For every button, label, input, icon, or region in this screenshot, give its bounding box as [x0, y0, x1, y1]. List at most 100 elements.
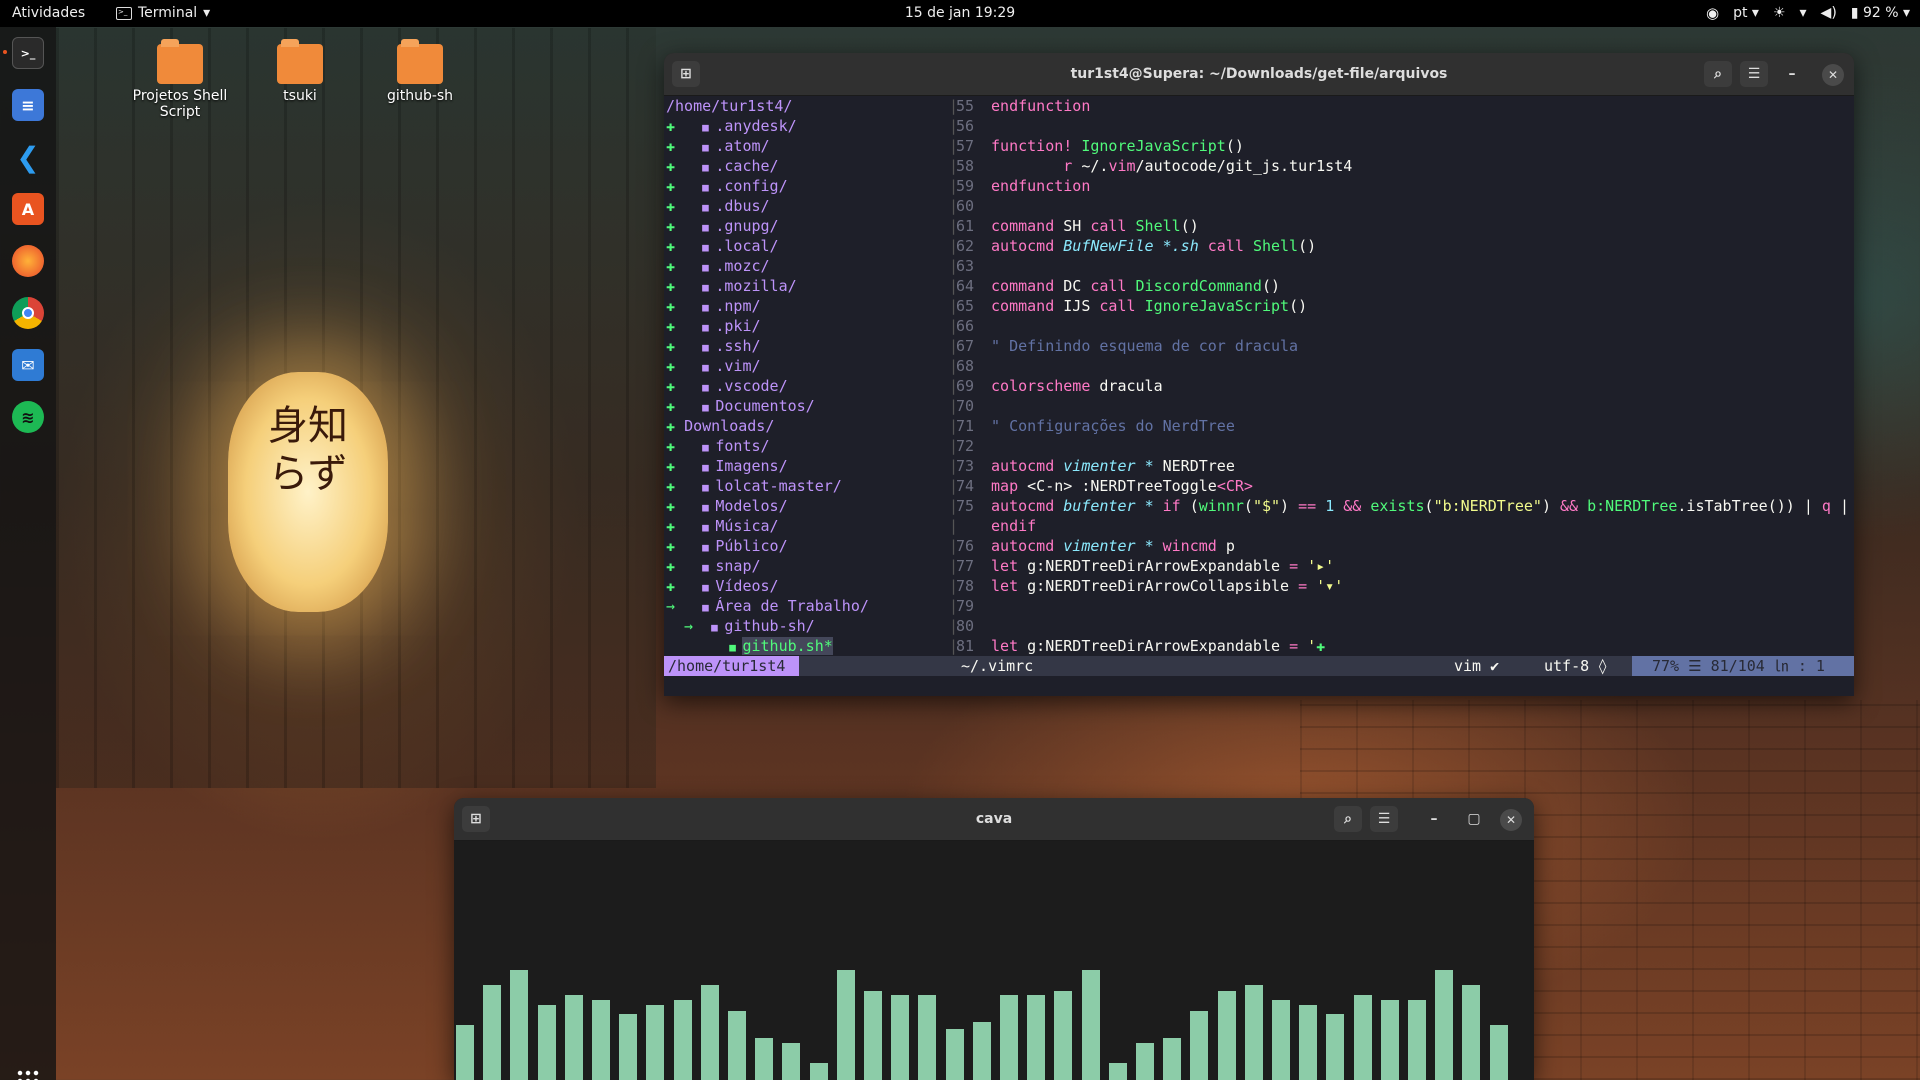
tree-folder[interactable]: ✚ ■ .atom/ — [666, 136, 946, 156]
tree-folder[interactable]: ✚ ■ .pki/ — [666, 316, 946, 336]
language-indicator[interactable]: pt ▾ — [1733, 5, 1759, 21]
close-icon[interactable]: ✕ — [1822, 64, 1844, 86]
tree-folder[interactable]: ✚ ■ .config/ — [666, 176, 946, 196]
code-line[interactable]: 61 command SH call Shell() — [956, 216, 1846, 236]
menu-icon[interactable]: ☰ — [1370, 806, 1398, 832]
tree-folder[interactable]: ✚ ■ .vscode/ — [666, 376, 946, 396]
tree-folder[interactable]: ✚ ■ .vim/ — [666, 356, 946, 376]
chrome-icon[interactable] — [12, 297, 44, 329]
code-line[interactable]: 69 colorscheme dracula — [956, 376, 1846, 396]
minimize-icon[interactable]: – — [1778, 61, 1806, 87]
app-center-icon[interactable]: A — [12, 193, 44, 225]
search-icon[interactable]: ⌕ — [1704, 61, 1732, 87]
tree-folder[interactable]: ✚ ■ .npm/ — [666, 296, 946, 316]
tree-folder[interactable]: ✚ ■ .ssh/ — [666, 336, 946, 356]
tree-root[interactable]: /home/tur1st4/ — [666, 96, 946, 116]
tree-folder[interactable]: ✚ ■ Modelos/ — [666, 496, 946, 516]
tree-folder[interactable]: ✚ ■ fonts/ — [666, 436, 946, 456]
tree-folder[interactable]: ✚ ■ .dbus/ — [666, 196, 946, 216]
code-line[interactable]: endif — [956, 516, 1846, 536]
firefox-icon[interactable] — [12, 245, 44, 277]
tree-folder[interactable]: ✚ ■ Música/ — [666, 516, 946, 536]
terminal-content[interactable]: /home/tur1st4/ ✚ ■ .anydesk/✚ ■ .atom/✚ … — [664, 96, 1854, 696]
tree-folder[interactable]: ✚ ■ Documentos/ — [666, 396, 946, 416]
code-line[interactable]: 74 map <C-n> :NERDTreeToggle<CR> — [956, 476, 1846, 496]
tree-folder[interactable]: ✚ ■ lolcat-master/ — [666, 476, 946, 496]
code-line[interactable]: 64 command DC call DiscordCommand() — [956, 276, 1846, 296]
code-line[interactable]: 63 — [956, 256, 1846, 276]
code-line[interactable]: 68 — [956, 356, 1846, 376]
spotify-icon[interactable]: ≋ — [12, 401, 44, 433]
maximize-icon[interactable]: ▢ — [1460, 806, 1488, 832]
desktop-folder-github-sh[interactable]: github-sh — [370, 39, 470, 104]
code-line[interactable]: 73 autocmd vimenter * NERDTree — [956, 456, 1846, 476]
code-line[interactable]: 77 let g:NERDTreeDirArrowExpandable = '▸… — [956, 556, 1846, 576]
cava-bar — [1435, 970, 1454, 1080]
thunderbird-icon[interactable]: ✉ — [12, 349, 44, 381]
code-line[interactable]: 62 autocmd BufNewFile *.sh call Shell() — [956, 236, 1846, 256]
clock[interactable]: 15 de jan 19:29 — [0, 5, 1920, 21]
tree-folder[interactable]: ✚ ■ .mozilla/ — [666, 276, 946, 296]
code-line[interactable]: 60 — [956, 196, 1846, 216]
battery-status[interactable]: ▮ 92 % ▾ — [1851, 5, 1910, 21]
nerdtree-panel[interactable]: /home/tur1st4/ ✚ ■ .anydesk/✚ ■ .atom/✚ … — [666, 96, 946, 656]
minimize-icon[interactable]: – — [1420, 806, 1448, 832]
system-tray[interactable]: ◉ pt ▾ ☀ ▾ ◀) ▮ 92 % ▾ — [1706, 4, 1910, 22]
cava-titlebar[interactable]: ⊞ cava ⌕ ☰ – ▢ ✕ — [454, 798, 1534, 841]
desktop-folder-tsuki[interactable]: tsuki — [250, 39, 350, 104]
code-token: Shell — [1252, 237, 1299, 255]
tree-folder[interactable]: ✚ ■ .mozc/ — [666, 256, 946, 276]
tree-folder[interactable]: → ■ Área de Trabalho/ — [666, 596, 946, 616]
code-token: = — [1289, 557, 1299, 575]
code-line[interactable]: 80 — [956, 616, 1846, 636]
code-line[interactable]: 79 — [956, 596, 1846, 616]
vscode-icon[interactable]: ❮ — [12, 141, 44, 174]
show-apps-icon[interactable] — [16, 1069, 40, 1080]
search-icon[interactable]: ⌕ — [1334, 806, 1362, 832]
code-line[interactable]: 56 — [956, 116, 1846, 136]
code-line[interactable]: 67 " Definindo esquema de cor dracula — [956, 336, 1846, 356]
code-line[interactable]: 57 function! IgnoreJavaScript() — [956, 136, 1846, 156]
code-token: == — [1298, 497, 1317, 515]
tree-folder[interactable]: ✚ ■ snap/ — [666, 556, 946, 576]
terminal-window[interactable]: ⊞ tur1st4@Supera: ~/Downloads/get-file/a… — [664, 53, 1854, 696]
desktop-folder-projetos[interactable]: Projetos Shell Script — [130, 39, 230, 120]
code-line[interactable]: 78 let g:NERDTreeDirArrowCollapsible = '… — [956, 576, 1846, 596]
menu-icon[interactable]: ☰ — [1740, 61, 1768, 87]
code-line[interactable]: 71 " Configurações do NerdTree — [956, 416, 1846, 436]
tree-folder[interactable]: ✚ ■ .cache/ — [666, 156, 946, 176]
tree-folder[interactable]: ✚ ■ .local/ — [666, 236, 946, 256]
code-line[interactable]: 72 — [956, 436, 1846, 456]
code-editor[interactable]: 55 endfunction 56 57 function! IgnoreJava… — [956, 96, 1849, 656]
new-tab-icon[interactable]: ⊞ — [462, 806, 490, 832]
code-line[interactable]: 58 r ~/.vim/autocode/git_js.tur1st4 — [956, 156, 1846, 176]
code-line[interactable]: 65 command IJS call IgnoreJavaScript() — [956, 296, 1846, 316]
tree-item-label: github-sh/ — [724, 617, 815, 635]
new-tab-icon[interactable]: ⊞ — [672, 61, 700, 87]
tree-folder[interactable]: ✚ ■ .anydesk/ — [666, 116, 946, 136]
code-line[interactable]: 75 autocmd bufenter * if (winnr("$") == … — [956, 496, 1849, 516]
code-line[interactable]: 59 endfunction — [956, 176, 1846, 196]
code-token: wincmd — [1162, 537, 1217, 555]
tree-folder[interactable]: ✚ ■ .gnupg/ — [666, 216, 946, 236]
tree-folder[interactable]: ✚ Downloads/ — [666, 416, 946, 436]
close-icon[interactable]: ✕ — [1500, 809, 1522, 831]
tree-file[interactable]: ■ github.sh* — [666, 636, 946, 656]
terminal-titlebar[interactable]: ⊞ tur1st4@Supera: ~/Downloads/get-file/a… — [664, 53, 1854, 96]
terminal-icon[interactable]: >_ — [12, 37, 44, 69]
tree-folder[interactable]: → ■ github-sh/ — [666, 616, 946, 636]
code-token: call — [1090, 217, 1136, 235]
code-line[interactable]: 55 endfunction — [956, 96, 1846, 116]
tree-folder[interactable]: ✚ ■ Vídeos/ — [666, 576, 946, 596]
cava-window[interactable]: ⊞ cava ⌕ ☰ – ▢ ✕ — [454, 798, 1534, 1080]
text-editor-icon[interactable]: ≡ — [12, 89, 44, 121]
code-line[interactable]: 76 autocmd vimenter * wincmd p — [956, 536, 1846, 556]
discord-icon[interactable]: ◉ — [1706, 4, 1719, 22]
code-line[interactable]: 81 let g:NERDTreeDirArrowExpandable = '✚ — [956, 636, 1846, 656]
tree-folder[interactable]: ✚ ■ Público/ — [666, 536, 946, 556]
code-line[interactable]: 66 — [956, 316, 1846, 336]
tree-folder[interactable]: ✚ ■ Imagens/ — [666, 456, 946, 476]
code-line[interactable]: 70 — [956, 396, 1846, 416]
